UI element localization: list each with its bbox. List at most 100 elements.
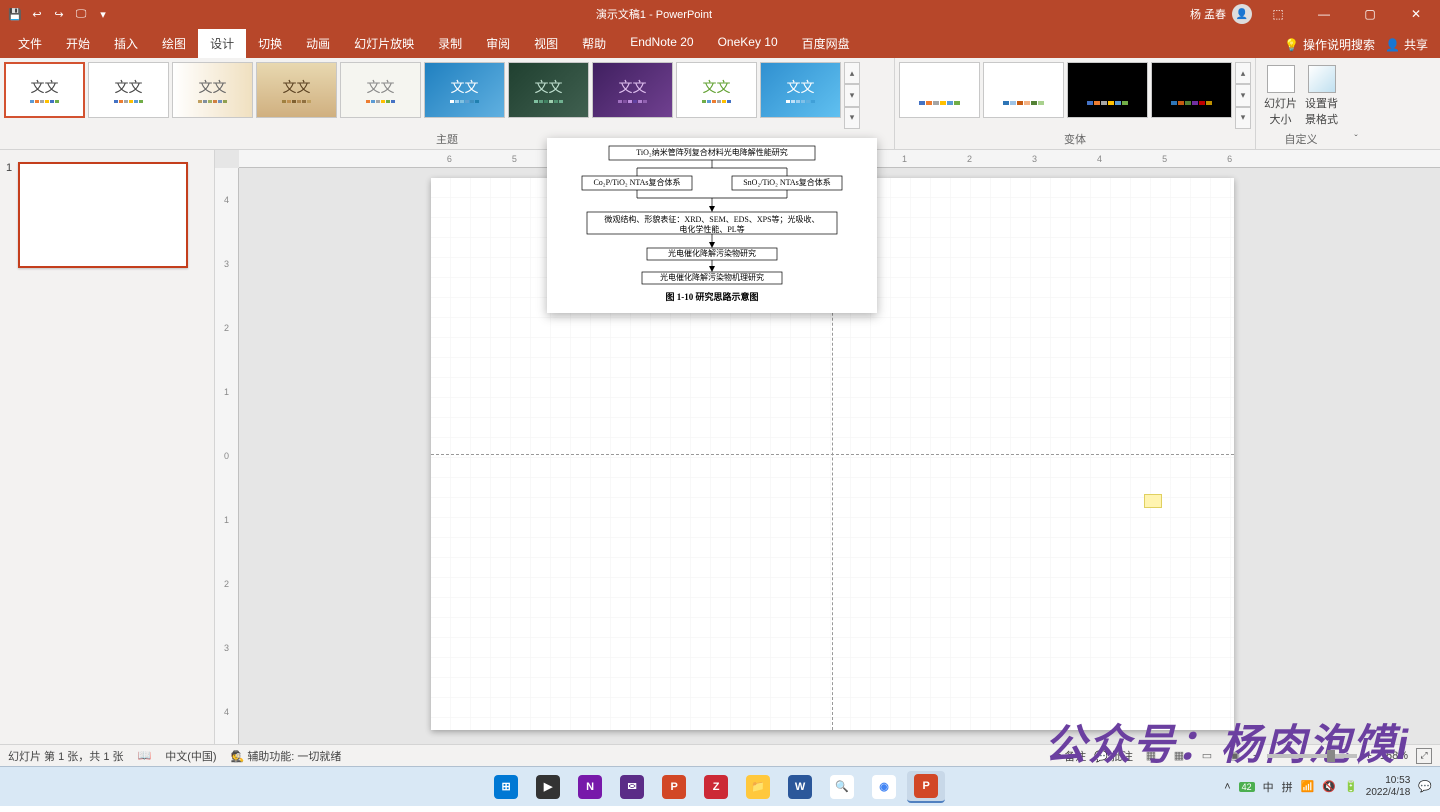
taskbar-app[interactable]: ▶ <box>529 771 567 803</box>
tray-badge[interactable]: 42 <box>1239 782 1255 792</box>
customize-label: 自定义 <box>1264 129 1338 149</box>
themes-more-button[interactable]: ▾ <box>844 107 860 129</box>
variants-scroll-up[interactable]: ▴ <box>1235 62 1251 84</box>
themes-scroll-up[interactable]: ▴ <box>844 62 860 84</box>
variants-group: ▴▾▾ 变体 <box>895 58 1256 149</box>
ime-mode-icon[interactable]: 拼 <box>1282 779 1293 795</box>
theme-thumbnail[interactable]: 文文 <box>508 62 589 118</box>
slide-thumbnail[interactable] <box>18 162 188 268</box>
tray-chevron-icon[interactable]: ˄ <box>1224 781 1230 793</box>
variants-more-button[interactable]: ▾ <box>1235 107 1251 129</box>
theme-thumbnail[interactable]: 文文 <box>256 62 337 118</box>
status-bar: 幻灯片 第 1 张，共 1 张 📖 中文(中国) 🕵 辅助功能: 一切就绪 ≡ … <box>0 744 1440 766</box>
tab-幻灯片放映[interactable]: 幻灯片放映 <box>342 29 426 58</box>
taskbar-onenote[interactable]: N <box>571 771 609 803</box>
tab-绘图[interactable]: 绘图 <box>150 29 198 58</box>
comments-button[interactable]: 💬 批注 <box>1094 748 1133 764</box>
windows-taskbar: ⊞ ▶ N ✉ P Z 📁 W 🔍 ◉ P ˄ 42 中 拼 📶 🔇 🔋 10:… <box>0 766 1440 806</box>
tab-审阅[interactable]: 审阅 <box>474 29 522 58</box>
tab-设计[interactable]: 设计 <box>198 29 246 58</box>
person-icon: 👤 <box>1385 38 1400 52</box>
tab-EndNote 20[interactable]: EndNote 20 <box>618 29 705 58</box>
qa-more-icon[interactable]: ▾ <box>94 8 112 21</box>
tab-录制[interactable]: 录制 <box>426 29 474 58</box>
slide-panel[interactable]: 1 <box>0 150 215 744</box>
pasted-image-overlay[interactable]: TiO₂纳米管阵列复合材料光电降解性能研究 Co₂P/TiO₂ NTAs复合体系… <box>547 138 877 313</box>
theme-thumbnail[interactable]: 文文 <box>676 62 757 118</box>
user-name: 杨 孟春 <box>1190 6 1226 22</box>
close-button[interactable]: ✕ <box>1396 0 1436 28</box>
tab-百度网盘[interactable]: 百度网盘 <box>790 29 862 58</box>
tab-OneKey 10[interactable]: OneKey 10 <box>706 29 790 58</box>
save-icon[interactable]: 💾 <box>6 8 24 21</box>
theme-thumbnail[interactable]: 文文 <box>340 62 421 118</box>
clock[interactable]: 10:53 2022/4/18 <box>1366 775 1411 799</box>
tab-帮助[interactable]: 帮助 <box>570 29 618 58</box>
taskbar-word[interactable]: W <box>781 771 819 803</box>
slide-size-icon <box>1267 65 1295 93</box>
zoom-level[interactable]: 168% <box>1380 750 1408 762</box>
slide-number: 1 <box>6 162 12 268</box>
accessibility-status[interactable]: 🕵 辅助功能: 一切就绪 <box>231 748 342 764</box>
slide-thumbnail-item[interactable]: 1 <box>6 162 202 268</box>
undo-icon[interactable]: ↩ <box>28 8 46 21</box>
maximize-button[interactable]: ▢ <box>1350 0 1390 28</box>
spellcheck-icon[interactable]: 📖 <box>138 749 152 762</box>
tab-开始[interactable]: 开始 <box>54 29 102 58</box>
sorter-view-button[interactable]: ▦ <box>1169 748 1189 764</box>
slide-size-button[interactable]: 幻灯片 大小 <box>1264 65 1297 127</box>
start-button[interactable]: ⊞ <box>487 771 525 803</box>
language-status[interactable]: 中文(中国) <box>165 748 216 764</box>
theme-thumbnail[interactable]: 文文 <box>760 62 841 118</box>
taskbar-app[interactable]: ✉ <box>613 771 651 803</box>
variant-thumbnail[interactable] <box>1067 62 1148 118</box>
taskbar-zotero[interactable]: Z <box>697 771 735 803</box>
user-account[interactable]: 杨 孟春 👤 <box>1190 4 1252 24</box>
format-background-button[interactable]: 设置背 景格式 <box>1305 65 1338 127</box>
ribbon-design: 文文文文文文文文文文文文文文文文文文文文▴▾▾ 主题 ▴▾▾ 变体 幻灯片 大小… <box>0 58 1440 150</box>
fit-to-window-button[interactable]: ⤢ <box>1416 748 1432 764</box>
tab-切换[interactable]: 切换 <box>246 29 294 58</box>
slideshow-view-button[interactable]: ▣ <box>1225 748 1245 764</box>
zoom-in-button[interactable]: + <box>1365 750 1371 762</box>
redo-icon[interactable]: ↪ <box>50 8 68 21</box>
ribbon-display-button[interactable]: ⬚ <box>1258 0 1298 28</box>
volume-icon[interactable]: 🔇 <box>1322 780 1336 793</box>
taskbar-search[interactable]: 🔍 <box>823 771 861 803</box>
tab-插入[interactable]: 插入 <box>102 29 150 58</box>
tab-动画[interactable]: 动画 <box>294 29 342 58</box>
tab-文件[interactable]: 文件 <box>6 29 54 58</box>
taskbar-powerpoint[interactable]: P <box>907 771 945 803</box>
themes-scroll-down[interactable]: ▾ <box>844 84 860 106</box>
vertical-ruler[interactable]: 432101234 <box>215 168 239 744</box>
minimize-button[interactable]: — <box>1304 0 1344 28</box>
notes-button[interactable]: ≡ 备注 <box>1055 748 1086 764</box>
ime-lang-icon[interactable]: 中 <box>1263 779 1274 795</box>
theme-thumbnail[interactable]: 文文 <box>172 62 253 118</box>
battery-icon[interactable]: 🔋 <box>1344 780 1358 793</box>
variant-thumbnail[interactable] <box>983 62 1064 118</box>
tell-me-search[interactable]: 💡 操作说明搜索 <box>1284 36 1375 53</box>
collapse-ribbon-button[interactable]: ˇ <box>1346 58 1366 149</box>
svg-text:TiO₂纳米管阵列复合材料光电降解性能研究: TiO₂纳米管阵列复合材料光电降解性能研究 <box>636 147 787 157</box>
variant-thumbnail[interactable] <box>1151 62 1232 118</box>
reading-view-button[interactable]: ▭ <box>1197 748 1217 764</box>
ribbon-tabs: 文件开始插入绘图设计切换动画幻灯片放映录制审阅视图帮助EndNote 20One… <box>0 28 1440 58</box>
notifications-icon[interactable]: 💬 <box>1418 780 1432 793</box>
taskbar-chrome[interactable]: ◉ <box>865 771 903 803</box>
normal-view-button[interactable]: ▦ <box>1141 748 1161 764</box>
zoom-out-button[interactable]: − <box>1253 750 1259 762</box>
theme-thumbnail[interactable]: 文文 <box>424 62 505 118</box>
wifi-icon[interactable]: 📶 <box>1301 780 1315 793</box>
zoom-slider[interactable] <box>1267 754 1357 758</box>
variant-thumbnail[interactable] <box>899 62 980 118</box>
variants-scroll-down[interactable]: ▾ <box>1235 84 1251 106</box>
slideshow-icon[interactable]: 🖵 <box>72 8 90 21</box>
share-button[interactable]: 👤 共享 <box>1385 36 1434 53</box>
taskbar-wps[interactable]: P <box>655 771 693 803</box>
theme-thumbnail[interactable]: 文文 <box>592 62 673 118</box>
theme-thumbnail[interactable]: 文文 <box>4 62 85 118</box>
theme-thumbnail[interactable]: 文文 <box>88 62 169 118</box>
tab-视图[interactable]: 视图 <box>522 29 570 58</box>
taskbar-explorer[interactable]: 📁 <box>739 771 777 803</box>
